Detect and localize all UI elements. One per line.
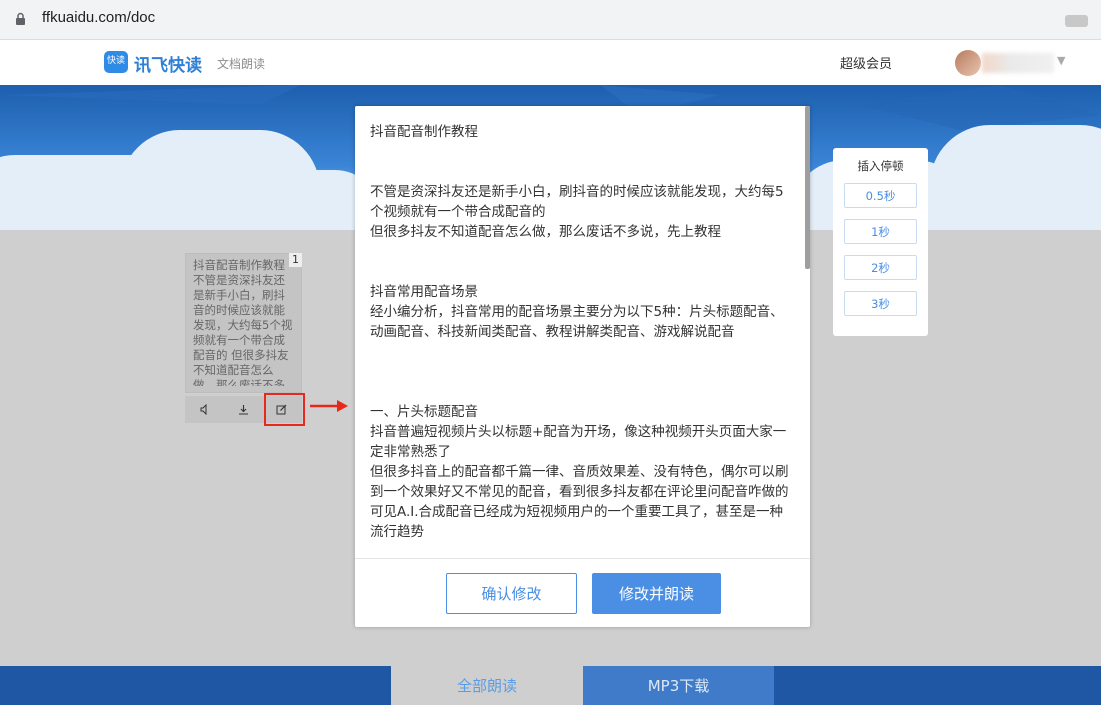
download-button[interactable] [225, 396, 261, 423]
browser-toolbar: ffkuaidu.com/doc [0, 0, 1101, 40]
user-name-blurred[interactable] [982, 53, 1054, 73]
editable-text[interactable]: 抖音配音制作教程 不管是资深抖友还是新手小白，刷抖音的时候应该就能发现，大约每5… [370, 122, 795, 542]
chevron-down-icon[interactable]: ▼ [1057, 54, 1065, 67]
text-paragraph[interactable] [370, 242, 795, 262]
modal-divider [355, 558, 810, 559]
pause-option-button[interactable]: 3秒 [844, 291, 917, 316]
text-paragraph[interactable] [370, 382, 795, 402]
edit-and-read-button[interactable]: 修改并朗读 [592, 573, 721, 614]
speaker-button[interactable] [187, 396, 223, 423]
vip-link[interactable]: 超级会员 [840, 53, 892, 72]
lock-icon [16, 12, 25, 25]
insert-pause-panel: 插入停顿 0.5秒 1秒 2秒 3秒 [833, 148, 928, 336]
extension-button[interactable] [1065, 15, 1088, 27]
text-paragraph[interactable] [370, 362, 795, 382]
modal-text-area[interactable]: 抖音配音制作教程 不管是资深抖友还是新手小白，刷抖音的时候应该就能发现，大约每5… [355, 106, 810, 557]
text-paragraph[interactable]: 抖音常用配音场景 [370, 282, 795, 302]
text-paragraph[interactable]: 抖音普遍短视频片头以标题+配音为开场，像这种视频开头页面大家一定非常熟悉了 [370, 422, 795, 462]
logo-icon[interactable]: 快读 [104, 51, 128, 73]
text-paragraph[interactable] [370, 162, 795, 182]
brand-name[interactable]: 讯飞快读 [134, 51, 202, 76]
text-paragraph[interactable] [370, 342, 795, 362]
scrollbar-thumb[interactable] [805, 106, 810, 269]
mp3-download-button[interactable]: MP3下载 [583, 666, 774, 705]
avatar[interactable] [955, 50, 981, 76]
url-text[interactable]: ffkuaidu.com/doc [42, 9, 155, 26]
pause-panel-title: 插入停顿 [857, 159, 904, 173]
speaker-icon [200, 404, 206, 415]
thumbnail-text: 抖音配音制作教程不管是资深抖友还是新手小白，刷抖音的时候应该就能发现，大约每5个… [193, 258, 293, 386]
pause-option-button[interactable]: 2秒 [844, 255, 917, 280]
brand-subtitle: 文档朗读 [217, 57, 266, 71]
edit-text-modal: 抖音配音制作教程 不管是资深抖友还是新手小白，刷抖音的时候应该就能发现，大约每5… [355, 106, 810, 627]
text-paragraph[interactable]: 可见A.I.合成配音已经成为短视频用户的一个重要工具了，甚至是一种流行趋势 [370, 502, 795, 542]
text-paragraph[interactable]: 但很多抖友不知道配音怎么做，那么废话不多说，先上教程 [370, 222, 795, 242]
address-bar[interactable] [8, 6, 1098, 34]
site-header: 快读 讯飞快读 文档朗读 超级会员 ▼ [0, 40, 1101, 85]
text-paragraph[interactable]: 不管是资深抖友还是新手小白，刷抖音的时候应该就能发现，大约每5个视频就有一个带合… [370, 182, 795, 222]
confirm-edit-button[interactable]: 确认修改 [446, 573, 577, 614]
text-paragraph[interactable]: 抖音配音制作教程 [370, 122, 795, 142]
edit-button-highlight [264, 393, 305, 426]
arrow-right-icon [310, 400, 348, 412]
text-paragraph[interactable]: 经小编分析，抖音常用的配音场景主要分为以下5种：片头标题配音、动画配音、科技新闻… [370, 302, 795, 342]
page-number-badge: 1 [289, 253, 302, 267]
pause-option-button[interactable]: 0.5秒 [844, 183, 917, 208]
pause-option-button[interactable]: 1秒 [844, 219, 917, 244]
download-icon [238, 405, 248, 415]
text-paragraph[interactable] [370, 262, 795, 282]
text-paragraph[interactable]: 一、片头标题配音 [370, 402, 795, 422]
read-all-button[interactable]: 全部朗读 [391, 666, 583, 705]
text-paragraph[interactable]: 但很多抖音上的配音都千篇一律、音质效果差、没有特色，偶尔可以刷到一个效果好又不常… [370, 462, 795, 502]
text-paragraph[interactable] [370, 142, 795, 162]
